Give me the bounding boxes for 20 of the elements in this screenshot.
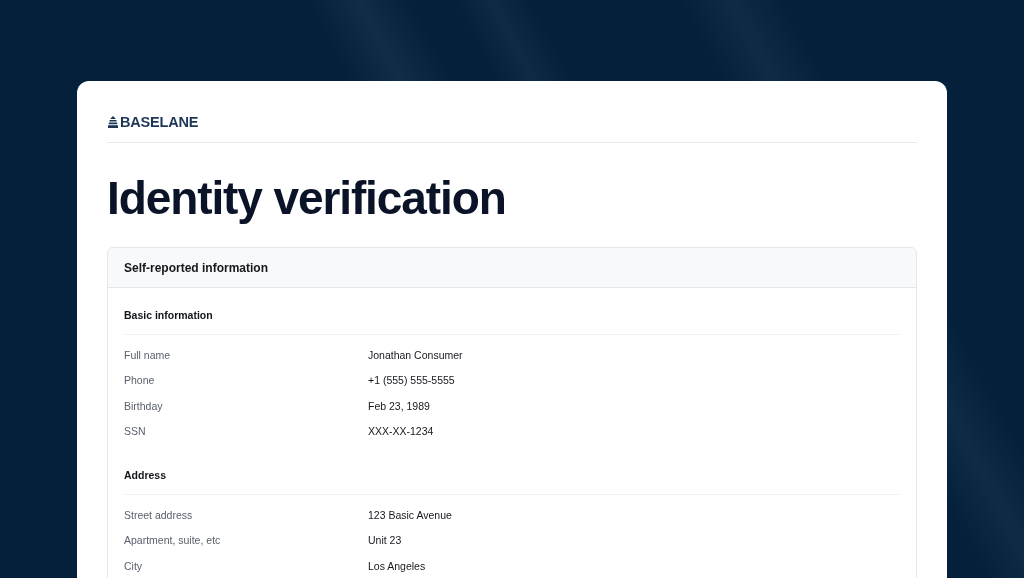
field-label: Street address xyxy=(124,508,193,521)
field-label: Phone xyxy=(124,374,155,387)
field-label: SSN xyxy=(124,425,146,438)
field-value: Jonathan Consumer xyxy=(368,348,463,361)
field-label: Apartment, suite, etc xyxy=(124,534,221,547)
field-label: City xyxy=(124,559,143,572)
field-label: Birthday xyxy=(124,399,163,412)
field-label: Full name xyxy=(124,348,171,361)
section-title: Basic information xyxy=(124,309,213,322)
field-value: Feb 23, 1989 xyxy=(368,399,430,412)
logo-icon xyxy=(108,116,118,128)
section-title: Address xyxy=(124,469,166,482)
brand-name: BASELANE xyxy=(120,114,199,130)
field-value: Los Angeles xyxy=(368,559,426,572)
page-title: Identity verification xyxy=(107,171,506,225)
field-value: Unit 23 xyxy=(368,534,402,547)
panel-title: Self-reported information xyxy=(124,260,268,275)
field-value: +1 (555) 555-5555 xyxy=(368,374,455,387)
field-value: 123 Basic Avenue xyxy=(368,508,452,521)
field-value: XXX-XX-1234 xyxy=(368,425,434,438)
